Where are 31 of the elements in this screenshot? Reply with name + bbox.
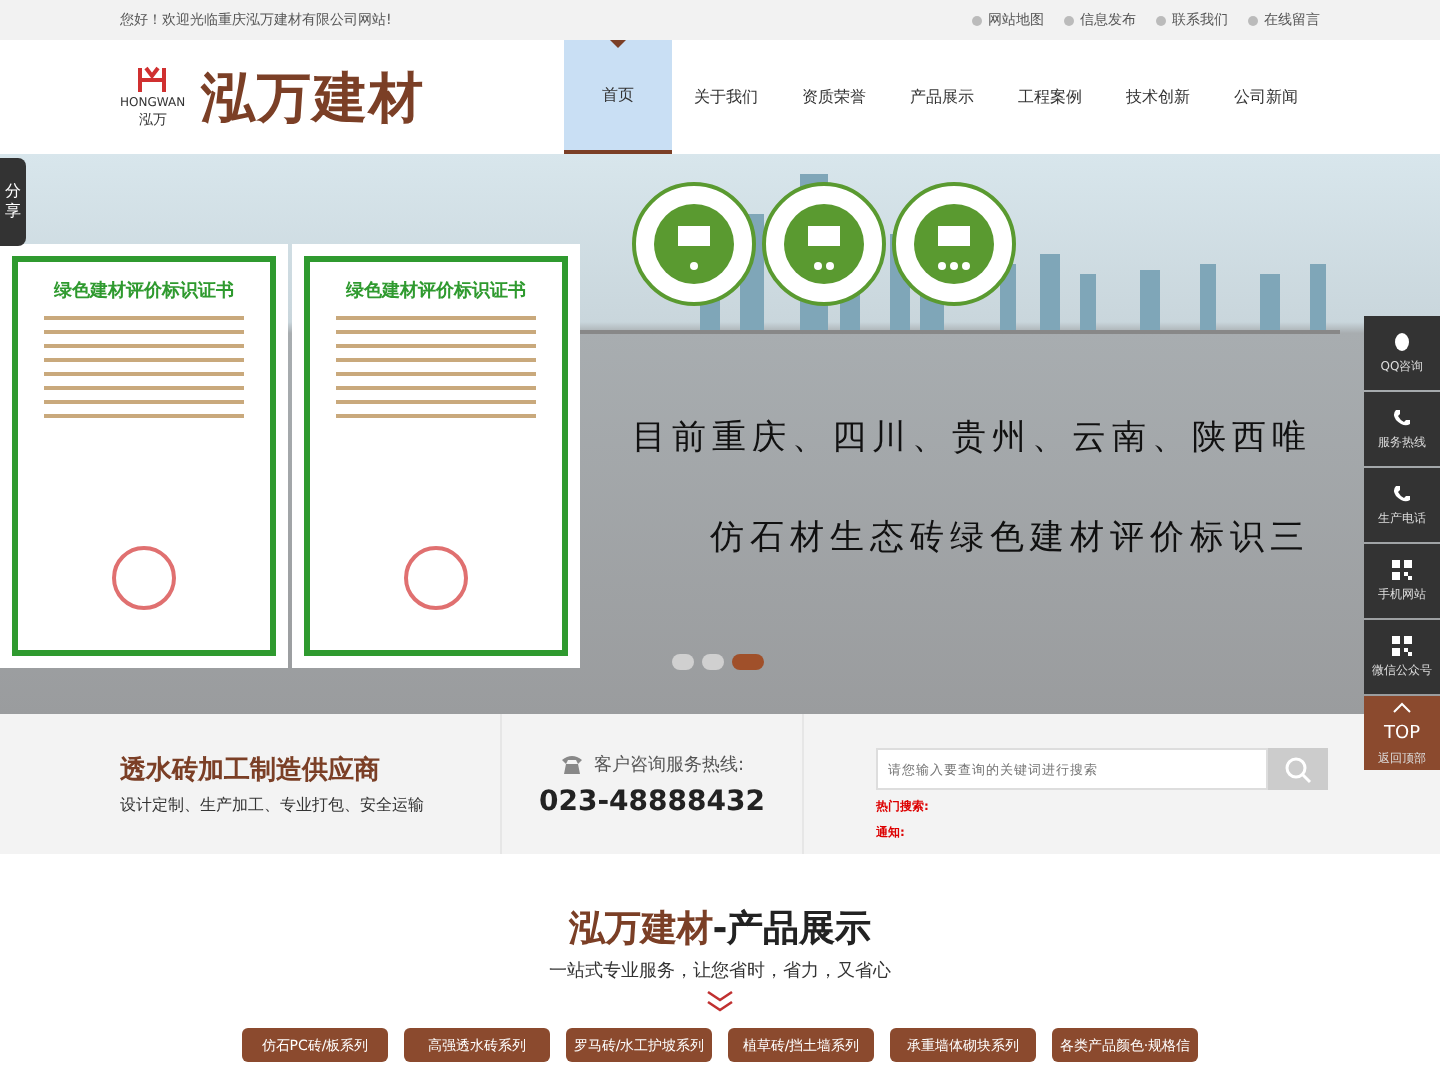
brand-name: 泓万建材 <box>201 65 426 133</box>
banner-caption: 仿石材生态砖绿色建材评价标识三 <box>710 516 1310 560</box>
info-title: 透水砖加工制造供应商 <box>120 753 382 788</box>
share-tab[interactable]: 分享 <box>0 158 26 246</box>
search-button[interactable] <box>1268 748 1328 790</box>
nav-item[interactable]: 技术创新 <box>1104 40 1212 154</box>
nav-item[interactable]: 产品展示 <box>888 40 996 154</box>
hotline-number: 023-48888432 <box>539 785 765 817</box>
nav-item[interactable]: 工程案例 <box>996 40 1104 154</box>
chevron-up-icon <box>1392 698 1412 718</box>
nav-item[interactable]: 资质荣誉 <box>780 40 888 154</box>
info-subtitle: 设计定制、生产加工、专业打包、安全运输 <box>120 794 426 816</box>
phone-icon <box>1392 407 1412 427</box>
nav-item[interactable]: 首页 <box>564 40 672 154</box>
eco-label-badge-icon <box>762 182 886 306</box>
certificate: 绿色建材评价标识证书 <box>292 244 580 668</box>
search-icon <box>1284 755 1312 783</box>
eco-label-badge-icon <box>632 182 756 306</box>
double-chevron-icon <box>706 990 734 1014</box>
eco-label-badge-icon <box>892 182 1016 306</box>
nav-item[interactable]: 关于我们 <box>672 40 780 154</box>
qr-code-icon <box>1392 559 1412 579</box>
phone-icon <box>1392 483 1412 503</box>
section-subtitle: 一站式专业服务，让您省时，省力，又省心 <box>549 959 891 984</box>
nav-item[interactable]: 公司新闻 <box>1212 40 1320 154</box>
certificate: 绿色建材评价标识证书 <box>0 244 288 668</box>
qr-code-icon <box>1392 635 1412 655</box>
banner-caption: 目前重庆、四川、贵州、云南、陕西唯 <box>632 416 1312 460</box>
telephone-icon <box>559 753 584 775</box>
hotline-label: 客户咨询服务热线: <box>593 753 745 777</box>
section-title: 泓万建材-产品展示 <box>568 906 872 952</box>
